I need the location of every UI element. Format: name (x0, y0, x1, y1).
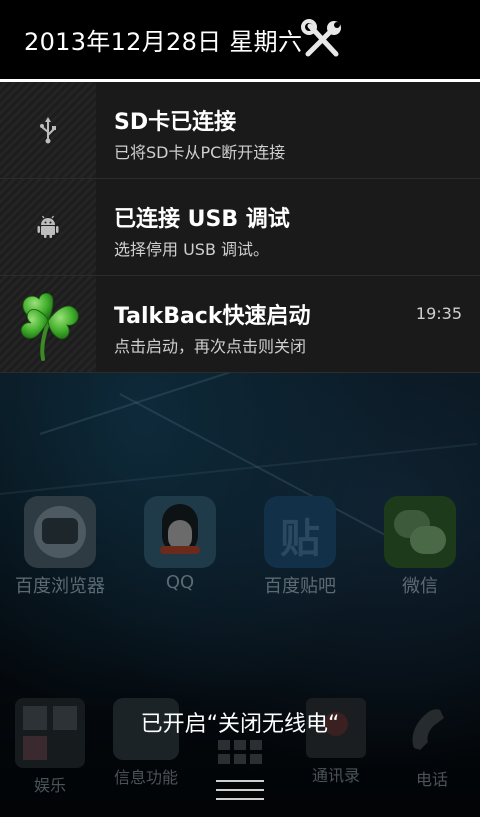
notification-time: 19:35 (415, 304, 462, 323)
notification-talkback[interactable]: TalkBack快速启动 点击启动，再次点击则关闭 19:35 (0, 276, 480, 373)
notification-icon-box (0, 276, 96, 372)
qq-penguin-icon (144, 496, 216, 568)
app-label: QQ (165, 572, 195, 593)
status-header: 2013年12月28日 星期六 (0, 0, 480, 79)
baidu-browser-icon (24, 496, 96, 568)
shade-drag-handle[interactable] (216, 780, 264, 807)
app-wechat[interactable]: 微信 (365, 496, 475, 598)
notification-usb-debug[interactable]: 已连接 USB 调试 选择停用 USB 调试。 (0, 179, 480, 276)
tieba-icon: 贴 (264, 496, 336, 568)
wechat-icon (384, 496, 456, 568)
dock-label: 通讯录 (311, 766, 360, 785)
wallpaper-streak (0, 442, 478, 495)
notification-subtitle: 点击启动，再次点击则关闭 (114, 337, 307, 356)
settings-tools-icon[interactable] (300, 18, 344, 62)
app-baidu-browser[interactable]: 百度浏览器 (5, 496, 115, 598)
toast-message: 已开启“关闭无线电“ (140, 712, 340, 737)
notification-subtitle: 已将SD卡从PC断开连接 (114, 143, 286, 162)
dock-label: 娱乐 (33, 776, 66, 795)
clover-icon (20, 292, 79, 361)
notification-sd-card[interactable]: SD卡已连接 已将SD卡从PC断开连接 (0, 82, 480, 179)
tieba-glyph: 贴 (280, 516, 320, 562)
android-icon (37, 215, 59, 238)
usb-icon (40, 117, 56, 144)
app-label: 百度浏览器 (15, 576, 105, 597)
dock-label: 信息功能 (113, 768, 178, 787)
app-baidu-tieba[interactable]: 贴 百度贴吧 (245, 496, 355, 598)
notification-title: 已连接 USB 调试 (114, 207, 290, 232)
app-label: 百度贴吧 (264, 576, 336, 597)
app-qq[interactable]: QQ (125, 496, 235, 593)
notification-icon-box (0, 179, 96, 275)
wallpaper-streak (39, 373, 383, 435)
app-drawer-icon[interactable] (218, 740, 262, 764)
notification-title: TalkBack快速启动 (114, 304, 311, 329)
notification-subtitle: 选择停用 USB 调试。 (114, 240, 270, 259)
date-label: 2013年12月28日 星期六 (24, 28, 303, 56)
app-label: 微信 (402, 576, 438, 597)
notification-title: SD卡已连接 (114, 110, 237, 135)
dock-label: 电话 (415, 770, 448, 789)
notification-icon-box (0, 82, 96, 178)
